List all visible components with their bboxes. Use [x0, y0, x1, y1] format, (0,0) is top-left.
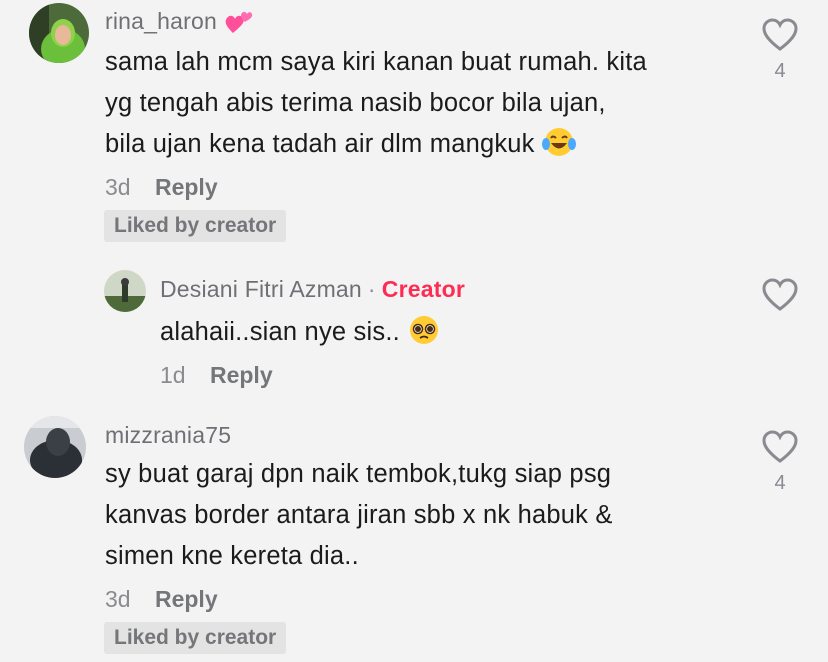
separator: ·: [367, 276, 376, 302]
comment-meta: 1d Reply: [160, 362, 273, 389]
creator-label: Creator: [381, 276, 465, 302]
reply-button[interactable]: Reply: [155, 586, 218, 612]
comment-username[interactable]: Desiani Fitri Azman · Creator: [160, 276, 465, 303]
comment-time: 3d: [105, 586, 131, 612]
liked-by-creator-badge: Liked by creator: [104, 622, 287, 654]
reply-button[interactable]: Reply: [210, 362, 273, 388]
heart-outline-icon: [762, 18, 798, 51]
like-button[interactable]: [762, 278, 798, 312]
avatar[interactable]: [29, 3, 89, 63]
comment-text: alahaii..sian nye sis..: [160, 312, 441, 359]
comment-text-line: kanvas border antara jiran sbb x nk habu…: [105, 501, 613, 529]
like-count: 4: [774, 60, 786, 82]
like-button[interactable]: [762, 430, 798, 464]
heart-outline-icon: [762, 430, 798, 463]
comment-rina-haron: rina_haron sama lah mcm saya kiri kanan …: [0, 0, 828, 250]
avatar[interactable]: [104, 270, 146, 312]
avatar[interactable]: [24, 416, 86, 478]
comment-time: 1d: [160, 362, 186, 388]
comment-text: sama lah mcm saya kiri kanan buat rumah.…: [105, 42, 647, 171]
reply-desiani-fitri-azman: Desiani Fitri Azman · Creator alahaii..sia…: [0, 262, 828, 392]
two-hearts-emoji: [224, 9, 254, 41]
comment-time: 3d: [105, 174, 131, 200]
comment-meta: 3d Reply: [105, 174, 218, 201]
comment-text-line: sama lah mcm saya kiri kanan buat rumah.…: [105, 48, 647, 76]
like-count: 4: [774, 472, 786, 494]
comment-text-line: yg tengah abis terima nasib bocor bila u…: [105, 89, 606, 117]
comment-text-line: sy buat garaj dpn naik tembok,tukg siap …: [105, 460, 612, 488]
comment-username[interactable]: rina_haron: [105, 8, 254, 41]
comment-username[interactable]: mizzrania75: [105, 422, 231, 449]
comment-mizzrania75: mizzrania75 sy buat garaj dpn naik tembo…: [0, 412, 828, 662]
comment-text-line: bila ujan kena tadah air dlm mangkuk: [105, 124, 647, 171]
liked-by-creator-badge: Liked by creator: [104, 210, 287, 242]
like-button[interactable]: [762, 18, 798, 52]
comment-text-line: simen kne kereta dia..: [105, 542, 359, 570]
reply-button[interactable]: Reply: [155, 174, 218, 200]
pleading-face-emoji: [407, 314, 441, 359]
heart-outline-icon: [762, 278, 798, 311]
comment-meta: 3d Reply: [105, 586, 218, 613]
comment-text: sy buat garaj dpn naik tembok,tukg siap …: [105, 454, 613, 577]
tears-of-joy-emoji: [541, 126, 576, 171]
